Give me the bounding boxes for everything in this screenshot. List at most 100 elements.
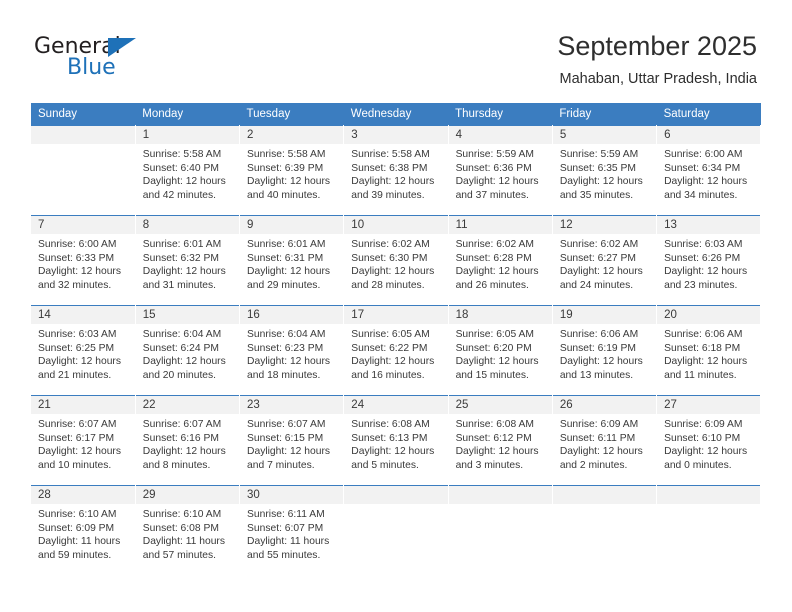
- sunset-text: Sunset: 6:23 PM: [247, 342, 324, 354]
- calendar-day-cell[interactable]: 18 Sunrise: 6:05 AM Sunset: 6:20 PM Dayligh…: [448, 305, 553, 396]
- page-subtitle: Mahaban, Uttar Pradesh, India: [559, 71, 757, 87]
- daylight-text: Daylight: 12 hours and 31 minutes.: [142, 266, 226, 291]
- sunset-text: Sunset: 6:12 PM: [455, 432, 532, 444]
- daylight-text: Daylight: 11 hours and 57 minutes.: [142, 536, 225, 561]
- day-details: Sunrise: 6:09 AM Sunset: 6:11 PM Daylight:…: [553, 414, 656, 472]
- daylight-text: Daylight: 12 hours and 21 minutes.: [38, 356, 121, 381]
- calendar-day-cell[interactable]: 29 Sunrise: 6:10 AM Sunset: 6:08 PM Dayligh…: [135, 485, 241, 576]
- calendar-day-cell[interactable]: 9 Sunrise: 6:01 AM Sunset: 6:31 PM Daylight…: [239, 215, 345, 306]
- calendar-day-cell[interactable]: 4 Sunrise: 5:59 AM Sunset: 6:36 PM Daylight…: [448, 125, 553, 216]
- calendar-day-cell[interactable]: 5 Sunrise: 5:59 AM Sunset: 6:35 PM Daylight…: [552, 125, 658, 216]
- day-number: 14: [31, 306, 135, 324]
- sunset-text: Sunset: 6:25 PM: [38, 342, 115, 354]
- calendar-day-cell[interactable]: 11 Sunrise: 6:02 AM Sunset: 6:28 PM Dayligh…: [448, 215, 553, 306]
- general-blue-logo[interactable]: General Blue: [34, 34, 214, 84]
- daylight-text: Daylight: 12 hours and 32 minutes.: [38, 266, 121, 291]
- day-number: 16: [240, 306, 344, 324]
- weekday-header-wednesday: Wednesday: [343, 103, 449, 126]
- day-details: Sunrise: 6:00 AM Sunset: 6:34 PM Daylight:…: [657, 144, 760, 202]
- day-details: Sunrise: 6:06 AM Sunset: 6:18 PM Daylight:…: [657, 324, 760, 382]
- calendar-day-cell[interactable]: 17 Sunrise: 6:05 AM Sunset: 6:22 PM Dayligh…: [343, 305, 449, 396]
- title-block: September 2025 Mahaban, Uttar Pradesh, I…: [557, 29, 757, 89]
- calendar-day-cell[interactable]: 30 Sunrise: 6:11 AM Sunset: 6:07 PM Dayligh…: [239, 485, 345, 576]
- daylight-text: Daylight: 12 hours and 26 minutes.: [455, 266, 539, 291]
- sunset-text: Sunset: 6:28 PM: [455, 252, 532, 264]
- calendar-day-cell[interactable]: 25 Sunrise: 6:08 AM Sunset: 6:12 PM Dayligh…: [448, 395, 553, 486]
- day-number: 27: [657, 396, 761, 414]
- calendar-grid: Sunday Monday Tuesday Wednesday Thursday…: [31, 103, 762, 576]
- day-number: 15: [135, 306, 240, 324]
- sunrise-text: Sunrise: 6:05 AM: [455, 329, 534, 340]
- sunset-text: Sunset: 6:24 PM: [142, 342, 219, 354]
- daylight-text: Daylight: 12 hours and 7 minutes.: [247, 446, 331, 471]
- daylight-text: Daylight: 12 hours and 42 minutes.: [142, 176, 226, 201]
- calendar-day-cell[interactable]: 23 Sunrise: 6:07 AM Sunset: 6:15 PM Dayligh…: [239, 395, 345, 486]
- sunset-text: Sunset: 6:13 PM: [351, 432, 428, 444]
- calendar-week-row: 1 Sunrise: 5:58 AM Sunset: 6:40 PM Daylight…: [31, 125, 762, 216]
- calendar-day-cell[interactable]: 6 Sunrise: 6:00 AM Sunset: 6:34 PM Daylight…: [656, 125, 762, 216]
- sunrise-text: Sunrise: 6:04 AM: [142, 329, 222, 340]
- sunset-text: Sunset: 6:07 PM: [247, 522, 324, 534]
- calendar-day-cell[interactable]: 10 Sunrise: 6:02 AM Sunset: 6:30 PM Dayligh…: [343, 215, 449, 306]
- day-details: Sunrise: 6:04 AM Sunset: 6:23 PM Daylight:…: [240, 324, 343, 382]
- daylight-text: Daylight: 12 hours and 15 minutes.: [455, 356, 539, 381]
- sunset-text: Sunset: 6:17 PM: [38, 432, 115, 444]
- day-number: 3: [344, 126, 448, 144]
- sunrise-text: Sunrise: 6:06 AM: [559, 329, 639, 340]
- sunset-text: Sunset: 6:08 PM: [142, 522, 219, 534]
- calendar-day-cell[interactable]: 14 Sunrise: 6:03 AM Sunset: 6:25 PM Dayligh…: [31, 305, 136, 396]
- calendar-day-cell[interactable]: 22 Sunrise: 6:07 AM Sunset: 6:16 PM Dayligh…: [135, 395, 241, 486]
- day-number: 20: [657, 306, 761, 324]
- day-number: 19: [552, 306, 657, 324]
- day-number: 7: [31, 216, 135, 234]
- day-number: 23: [240, 396, 344, 414]
- logo-text-blue: Blue: [67, 55, 116, 80]
- sunrise-text: Sunrise: 6:03 AM: [38, 329, 117, 340]
- calendar-day-cell[interactable]: 20 Sunrise: 6:06 AM Sunset: 6:18 PM Dayligh…: [656, 305, 762, 396]
- sunset-text: Sunset: 6:09 PM: [38, 522, 115, 534]
- calendar-day-cell[interactable]: 12 Sunrise: 6:02 AM Sunset: 6:27 PM Dayligh…: [552, 215, 658, 306]
- sunrise-text: Sunrise: 6:04 AM: [247, 329, 326, 340]
- day-details: Sunrise: 5:58 AM Sunset: 6:40 PM Daylight:…: [136, 144, 239, 202]
- calendar-day-cell[interactable]: 24 Sunrise: 6:08 AM Sunset: 6:13 PM Dayligh…: [343, 395, 449, 486]
- day-details: Sunrise: 6:02 AM Sunset: 6:30 PM Daylight:…: [344, 234, 447, 292]
- calendar-day-cell[interactable]: 16 Sunrise: 6:04 AM Sunset: 6:23 PM Dayligh…: [239, 305, 345, 396]
- day-number: 28: [31, 486, 135, 504]
- day-number: [448, 486, 552, 504]
- day-details: Sunrise: 6:02 AM Sunset: 6:27 PM Daylight:…: [553, 234, 656, 292]
- day-details: Sunrise: 5:58 AM Sunset: 6:39 PM Daylight:…: [240, 144, 343, 202]
- day-number: 10: [344, 216, 448, 234]
- day-number: 5: [552, 126, 657, 144]
- calendar-day-cell[interactable]: 3 Sunrise: 5:58 AM Sunset: 6:38 PM Daylight…: [343, 125, 449, 216]
- calendar-day-cell[interactable]: 19 Sunrise: 6:06 AM Sunset: 6:19 PM Dayligh…: [552, 305, 658, 396]
- daylight-text: Daylight: 12 hours and 23 minutes.: [664, 266, 748, 291]
- calendar-day-cell[interactable]: 28 Sunrise: 6:10 AM Sunset: 6:09 PM Dayligh…: [31, 485, 136, 576]
- calendar-day-cell[interactable]: 21 Sunrise: 6:07 AM Sunset: 6:17 PM Dayligh…: [31, 395, 136, 486]
- sunrise-text: Sunrise: 5:58 AM: [247, 149, 326, 160]
- calendar-day-cell[interactable]: 8 Sunrise: 6:01 AM Sunset: 6:32 PM Daylight…: [135, 215, 241, 306]
- daylight-text: Daylight: 12 hours and 39 minutes.: [351, 176, 435, 201]
- calendar-day-cell[interactable]: 1 Sunrise: 5:58 AM Sunset: 6:40 PM Daylight…: [135, 125, 241, 216]
- calendar-empty-cell: [656, 485, 762, 576]
- calendar-day-cell[interactable]: 13 Sunrise: 6:03 AM Sunset: 6:26 PM Dayligh…: [656, 215, 762, 306]
- calendar-day-cell[interactable]: 26 Sunrise: 6:09 AM Sunset: 6:11 PM Dayligh…: [552, 395, 658, 486]
- day-details: Sunrise: 6:08 AM Sunset: 6:12 PM Daylight:…: [449, 414, 552, 472]
- sunrise-text: Sunrise: 6:05 AM: [351, 329, 430, 340]
- sunset-text: Sunset: 6:20 PM: [455, 342, 532, 354]
- sunset-text: Sunset: 6:27 PM: [559, 252, 636, 264]
- sunset-text: Sunset: 6:16 PM: [142, 432, 219, 444]
- calendar-day-cell[interactable]: 2 Sunrise: 5:58 AM Sunset: 6:39 PM Daylight…: [239, 125, 345, 216]
- calendar-day-cell[interactable]: 15 Sunrise: 6:04 AM Sunset: 6:24 PM Dayligh…: [135, 305, 241, 396]
- calendar-day-cell[interactable]: 27 Sunrise: 6:09 AM Sunset: 6:10 PM Dayligh…: [656, 395, 762, 486]
- day-details: Sunrise: 6:01 AM Sunset: 6:32 PM Daylight:…: [136, 234, 239, 292]
- weekday-header-row: Sunday Monday Tuesday Wednesday Thursday…: [31, 103, 761, 126]
- sunrise-text: Sunrise: 6:02 AM: [455, 239, 534, 250]
- day-details: Sunrise: 6:05 AM Sunset: 6:22 PM Daylight:…: [344, 324, 447, 382]
- sunrise-text: Sunrise: 6:08 AM: [455, 419, 534, 430]
- daylight-text: Daylight: 12 hours and 35 minutes.: [559, 176, 643, 201]
- daylight-text: Daylight: 11 hours and 59 minutes.: [38, 536, 121, 561]
- sunrise-text: Sunrise: 6:07 AM: [142, 419, 222, 430]
- calendar-empty-cell: [343, 485, 449, 576]
- calendar-day-cell[interactable]: 7 Sunrise: 6:00 AM Sunset: 6:33 PM Daylight…: [31, 215, 136, 306]
- day-details: Sunrise: 6:00 AM Sunset: 6:33 PM Daylight:…: [31, 234, 135, 292]
